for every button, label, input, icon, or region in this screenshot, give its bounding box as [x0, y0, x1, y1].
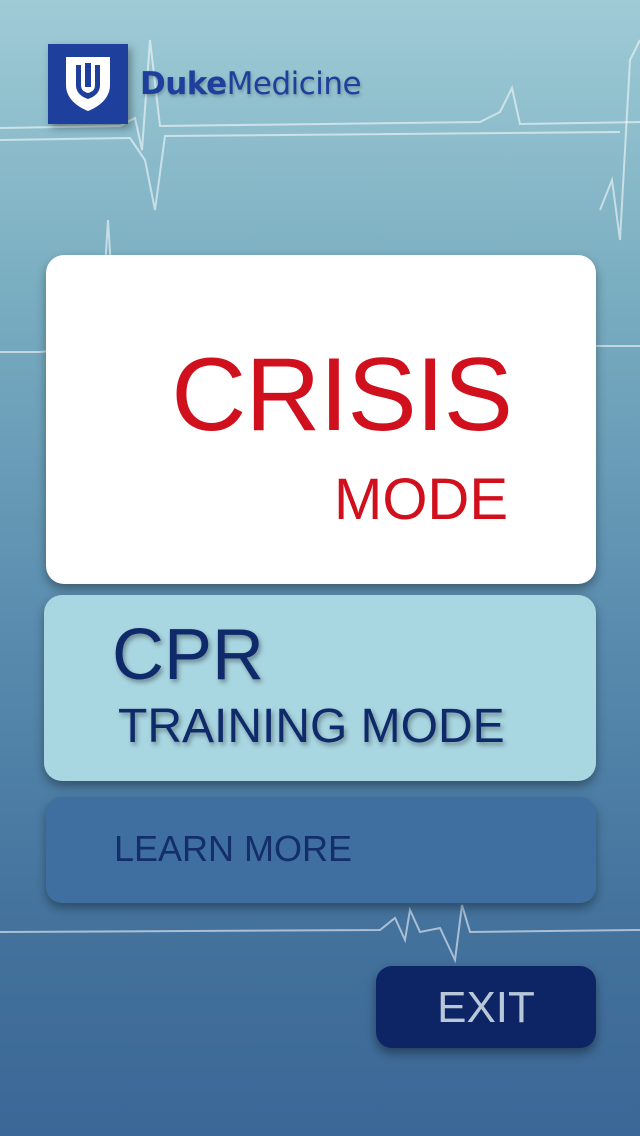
cpr-title: CPR [112, 615, 265, 695]
exit-button[interactable]: EXIT [376, 966, 596, 1048]
duke-shield-icon [48, 44, 128, 124]
cpr-training-mode-button[interactable]: CPR TRAINING MODE [44, 595, 596, 781]
learn-more-label: LEARN MORE [114, 828, 353, 869]
logo-text-bold: Duke [140, 66, 227, 102]
learn-more-button[interactable]: LEARN MORE [46, 797, 596, 903]
duke-medicine-logo: DukeMedicine [48, 44, 362, 124]
cpr-subtitle: TRAINING MODE [118, 700, 505, 753]
crisis-mode-subtitle: MODE [334, 467, 508, 532]
logo-wordmark: DukeMedicine [140, 66, 362, 102]
crisis-mode-button[interactable]: CRISIS MODE [46, 255, 596, 584]
logo-text-regular: Medicine [226, 66, 362, 102]
exit-label: EXIT [437, 983, 535, 1032]
crisis-mode-title: CRISIS [171, 337, 513, 453]
